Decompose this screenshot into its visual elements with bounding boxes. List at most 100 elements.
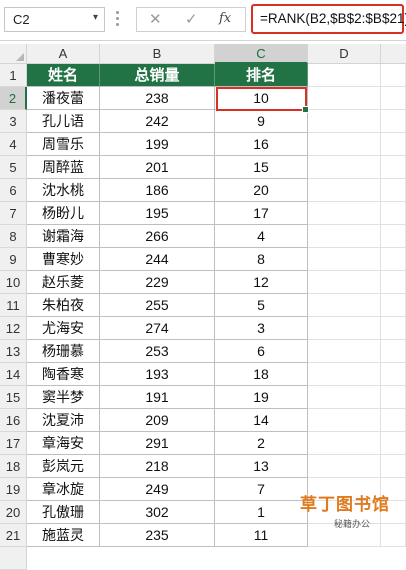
table-cell-rank[interactable]: 16	[215, 133, 308, 156]
table-cell-sales[interactable]: 186	[100, 179, 215, 202]
column-header-d[interactable]: D	[308, 44, 381, 64]
row-header-17[interactable]: 17	[0, 432, 27, 455]
table-cell-rank[interactable]: 15	[215, 156, 308, 179]
row-header-1[interactable]: 1	[0, 64, 27, 87]
column-header-c[interactable]: C	[215, 44, 308, 64]
table-cell-name[interactable]: 谢霜海	[27, 225, 100, 248]
empty-cell[interactable]	[381, 110, 406, 133]
empty-cell[interactable]	[381, 294, 406, 317]
empty-cell[interactable]	[308, 110, 381, 133]
empty-cell[interactable]	[381, 202, 406, 225]
table-cell-name[interactable]: 曹寒妙	[27, 248, 100, 271]
table-cell-name[interactable]: 杨珊慕	[27, 340, 100, 363]
table-cell-name[interactable]: 彭岚元	[27, 455, 100, 478]
row-header-16[interactable]: 16	[0, 409, 27, 432]
table-cell-sales[interactable]: 193	[100, 363, 215, 386]
table-cell-rank[interactable]: 14	[215, 409, 308, 432]
empty-cell[interactable]	[308, 340, 381, 363]
empty-cell[interactable]	[308, 271, 381, 294]
table-cell-sales[interactable]: 229	[100, 271, 215, 294]
enter-icon[interactable]: ✓	[185, 10, 198, 28]
empty-cell[interactable]	[308, 87, 381, 110]
row-header-7[interactable]: 7	[0, 202, 27, 225]
table-cell-sales[interactable]: 274	[100, 317, 215, 340]
empty-cell[interactable]	[381, 363, 406, 386]
formula-input[interactable]: =RANK(B2,$B$2:$B$21)	[251, 4, 406, 34]
name-box-dropdown-icon[interactable]: ▾	[93, 12, 98, 23]
table-cell-sales[interactable]: 249	[100, 478, 215, 501]
table-header-cell[interactable]: 排名	[215, 64, 308, 87]
empty-cell[interactable]	[308, 386, 381, 409]
row-header-11[interactable]: 11	[0, 294, 27, 317]
table-cell-rank[interactable]: 5	[215, 294, 308, 317]
empty-cell[interactable]	[308, 133, 381, 156]
table-cell-sales[interactable]: 255	[100, 294, 215, 317]
table-cell-rank[interactable]: 6	[215, 340, 308, 363]
table-cell-name[interactable]: 沈水桃	[27, 179, 100, 202]
row-header-10[interactable]: 10	[0, 271, 27, 294]
table-cell-name[interactable]: 孔傲珊	[27, 501, 100, 524]
table-cell-name[interactable]: 赵乐菱	[27, 271, 100, 294]
row-header-15[interactable]: 15	[0, 386, 27, 409]
table-cell-name[interactable]: 窦半梦	[27, 386, 100, 409]
column-header-a[interactable]: A	[27, 44, 100, 64]
row-header-14[interactable]: 14	[0, 363, 27, 386]
empty-cell[interactable]	[381, 87, 406, 110]
row-header-12[interactable]: 12	[0, 317, 27, 340]
empty-cell[interactable]	[308, 317, 381, 340]
row-header-13[interactable]: 13	[0, 340, 27, 363]
table-cell-sales[interactable]: 201	[100, 156, 215, 179]
empty-cell[interactable]	[308, 248, 381, 271]
table-cell-sales[interactable]: 302	[100, 501, 215, 524]
table-cell-sales[interactable]: 238	[100, 87, 215, 110]
empty-cell[interactable]	[308, 64, 381, 87]
table-cell-rank[interactable]: 13	[215, 455, 308, 478]
cancel-icon[interactable]: ✕	[149, 10, 162, 28]
empty-cell[interactable]	[308, 179, 381, 202]
column-header-e[interactable]	[381, 44, 406, 64]
table-cell-rank[interactable]: 4	[215, 225, 308, 248]
table-cell-sales[interactable]: 218	[100, 455, 215, 478]
row-header-4[interactable]: 4	[0, 133, 27, 156]
empty-cell[interactable]	[381, 225, 406, 248]
row-header-5[interactable]: 5	[0, 156, 27, 179]
row-header-9[interactable]: 9	[0, 248, 27, 271]
empty-cell[interactable]	[308, 225, 381, 248]
table-cell-name[interactable]: 周醉蓝	[27, 156, 100, 179]
empty-cell[interactable]	[308, 455, 381, 478]
empty-cell[interactable]	[381, 64, 406, 87]
table-cell-name[interactable]: 沈夏沛	[27, 409, 100, 432]
select-all-corner[interactable]	[0, 44, 27, 64]
table-cell-rank[interactable]: 19	[215, 386, 308, 409]
row-header-19[interactable]: 19	[0, 478, 27, 501]
empty-cell[interactable]	[381, 179, 406, 202]
empty-cell[interactable]	[381, 271, 406, 294]
row-header-6[interactable]: 6	[0, 179, 27, 202]
table-cell-name[interactable]: 潘夜蕾	[27, 87, 100, 110]
table-cell-name[interactable]: 尤海安	[27, 317, 100, 340]
empty-cell[interactable]	[381, 340, 406, 363]
table-cell-sales[interactable]: 209	[100, 409, 215, 432]
table-cell-name[interactable]: 章冰旋	[27, 478, 100, 501]
fill-handle[interactable]	[302, 106, 309, 113]
table-cell-rank[interactable]: 2	[215, 432, 308, 455]
table-cell-sales[interactable]: 253	[100, 340, 215, 363]
table-cell-name[interactable]: 周雪乐	[27, 133, 100, 156]
empty-cell[interactable]	[381, 317, 406, 340]
name-box[interactable]: C2 ▾	[4, 7, 105, 32]
drag-handle-icon[interactable]	[116, 11, 120, 29]
empty-cell[interactable]	[381, 386, 406, 409]
empty-cell[interactable]	[308, 156, 381, 179]
table-cell-name[interactable]: 陶香寒	[27, 363, 100, 386]
row-header-22[interactable]	[0, 547, 27, 570]
empty-cell[interactable]	[381, 248, 406, 271]
table-cell-name[interactable]: 孔儿语	[27, 110, 100, 133]
row-header-8[interactable]: 8	[0, 225, 27, 248]
row-header-18[interactable]: 18	[0, 455, 27, 478]
row-header-20[interactable]: 20	[0, 501, 27, 524]
empty-cell[interactable]	[381, 156, 406, 179]
table-cell-name[interactable]: 章海安	[27, 432, 100, 455]
empty-cell[interactable]	[308, 432, 381, 455]
table-cell-rank[interactable]: 12	[215, 271, 308, 294]
table-cell-rank[interactable]: 18	[215, 363, 308, 386]
